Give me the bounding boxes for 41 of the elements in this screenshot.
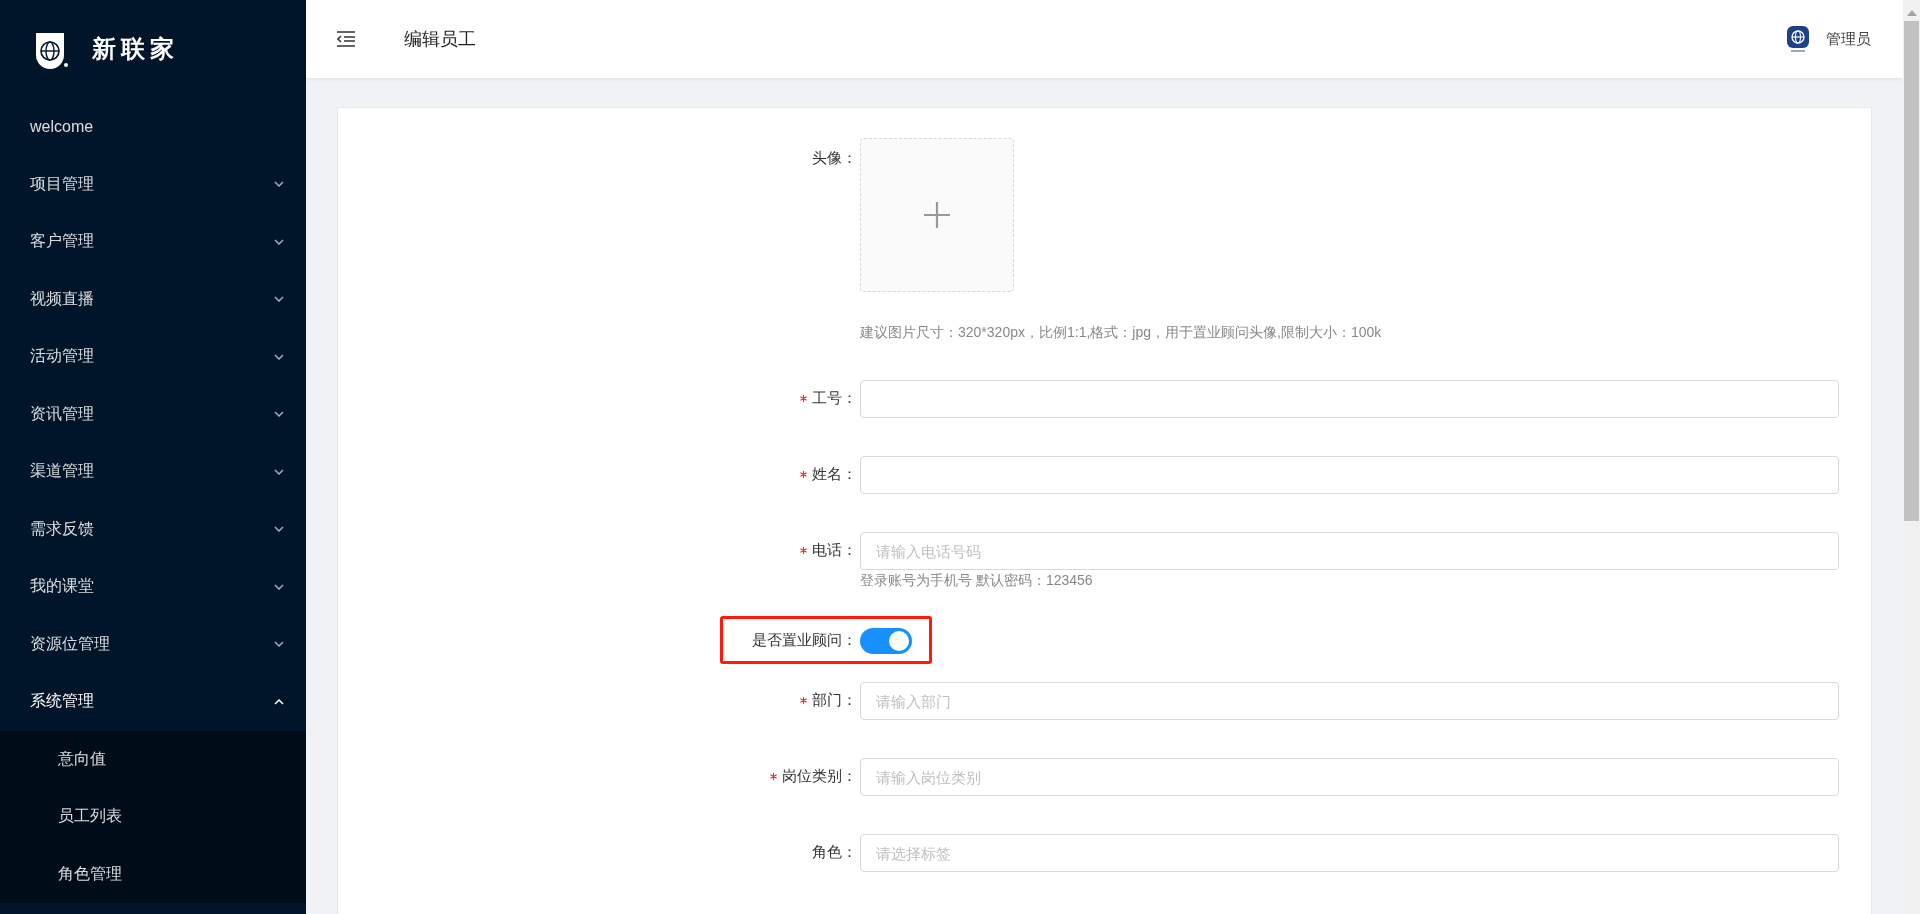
field-label: 部门：	[812, 691, 857, 710]
field-label: 岗位类别：	[782, 767, 857, 786]
scrollbar-thumb[interactable]	[1904, 21, 1919, 521]
menu-item[interactable]: welcome	[0, 98, 306, 156]
menu-item[interactable]: 活动管理	[0, 328, 306, 386]
scroll-up-icon[interactable]	[1906, 10, 1917, 16]
field-label: 工号：	[812, 389, 857, 408]
menu-fold-icon[interactable]	[336, 31, 356, 47]
page-title: 编辑员工	[404, 28, 476, 51]
submenu-item[interactable]: 意向值	[0, 730, 306, 788]
field-label: 头像：	[812, 149, 857, 168]
toggle-switch[interactable]	[860, 628, 912, 654]
menu-item[interactable]: 客户管理	[0, 213, 306, 271]
text-input[interactable]: 请输入电话号码	[860, 532, 1839, 570]
hint-text: 建议图片尺寸：320*320px，比例1:1,格式：jpg，用于置业顾问头像,限制大小：100k	[860, 324, 1383, 342]
menu-item[interactable]: 资讯管理	[0, 385, 306, 443]
submenu-item[interactable]: 员工列表	[0, 788, 306, 846]
text-input[interactable]	[860, 456, 1839, 494]
brand-name: 新联家	[92, 34, 179, 64]
field-label: 电话：	[812, 541, 857, 560]
menu-item[interactable]: 视频直播	[0, 270, 306, 328]
user-name[interactable]: 管理员	[1826, 29, 1871, 49]
menu-item[interactable]: 我的课堂	[0, 558, 306, 616]
menu-item[interactable]: 资源位管理	[0, 615, 306, 673]
menu-item[interactable]: 需求反馈	[0, 500, 306, 558]
menu-item[interactable]: 系统管理	[0, 673, 306, 731]
field-label: 角色：	[812, 843, 857, 862]
scrollbar[interactable]	[1903, 0, 1920, 914]
menu-item[interactable]: 渠道管理	[0, 443, 306, 501]
text-input[interactable]	[860, 380, 1839, 418]
text-input[interactable]: 请输入岗位类别	[860, 758, 1839, 796]
globe-avatar-icon[interactable]	[1786, 25, 1812, 53]
submenu-item[interactable]: 角色管理	[0, 845, 306, 903]
text-input[interactable]: 请输入部门	[860, 682, 1839, 720]
plus-icon	[923, 201, 951, 229]
menu-item[interactable]: 项目管理	[0, 155, 306, 213]
field-label: 姓名：	[812, 465, 857, 484]
hint-text: 登录账号为手机号 默认密码：123456	[860, 572, 1094, 590]
text-input[interactable]: 请选择标签	[860, 834, 1839, 872]
upload-box[interactable]	[860, 138, 1014, 292]
field-label: 是否置业顾问：	[752, 631, 857, 650]
